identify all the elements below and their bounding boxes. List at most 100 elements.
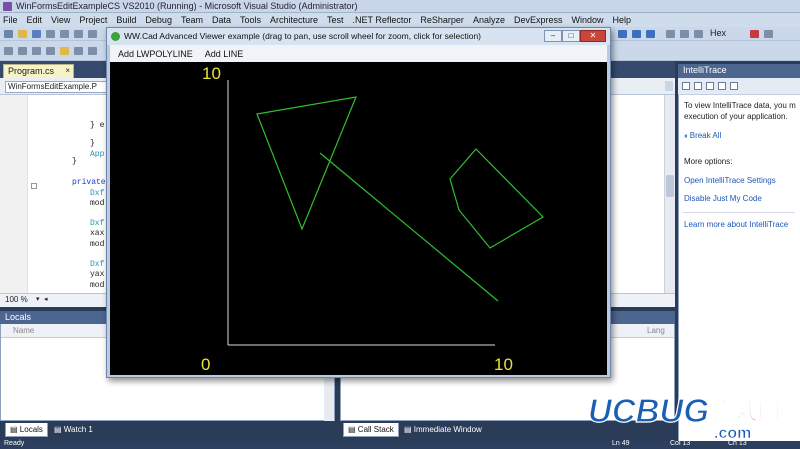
intellitrace-intro-1: To view IntelliTrace data, you m xyxy=(684,101,796,110)
hex-toggle[interactable]: Hex xyxy=(710,28,726,38)
cad-menu-add-lwpolyline[interactable]: Add LWPOLYLINE xyxy=(118,49,193,59)
step-out-icon[interactable] xyxy=(646,30,655,38)
col-name[interactable]: Name xyxy=(13,326,34,335)
app-shield-icon xyxy=(111,32,120,41)
close-button[interactable]: ✕ xyxy=(580,30,606,42)
ucbug-watermark: UCBUG 游戏网 .com xyxy=(586,391,796,442)
menu-tools[interactable]: Tools xyxy=(240,15,261,25)
next-bookmark-icon[interactable] xyxy=(88,47,97,55)
menu-analyze[interactable]: Analyze xyxy=(473,15,505,25)
bookmark-icon[interactable] xyxy=(60,47,69,55)
step-into-icon[interactable] xyxy=(618,30,627,38)
menu-window[interactable]: Window xyxy=(571,15,603,25)
threads-icon[interactable] xyxy=(680,30,689,38)
open-settings-link[interactable]: Open IntelliTrace Settings xyxy=(684,176,798,185)
status-line: Ln 49 xyxy=(612,440,630,447)
open-log-icon[interactable] xyxy=(718,82,726,90)
code-line: } xyxy=(72,157,77,166)
menu-help[interactable]: Help xyxy=(613,15,632,25)
step-over-icon[interactable] xyxy=(632,30,641,38)
label-y-max: 10 xyxy=(202,64,221,83)
open-icon[interactable] xyxy=(18,30,27,38)
menu-resharper[interactable]: ReSharper xyxy=(420,15,464,25)
disable-jmc-link[interactable]: Disable Just My Code xyxy=(684,194,798,203)
search-icon[interactable] xyxy=(730,82,738,90)
uncomment-icon[interactable] xyxy=(46,47,55,55)
scroll-left-icon[interactable]: ◂ xyxy=(44,295,48,303)
code-line: mod xyxy=(90,199,105,208)
learn-more-link[interactable]: Learn more about IntelliTrace xyxy=(684,220,798,229)
tab-watch[interactable]: ▤ Watch 1 xyxy=(50,423,97,437)
minimize-button[interactable]: – xyxy=(544,30,562,42)
tab-locals[interactable]: ▤ Locals xyxy=(5,423,48,437)
vs-status-bar: Ready Ln 49 Col 13 Ch 13 xyxy=(0,440,800,449)
status-char: Ch 13 xyxy=(728,440,747,447)
menu-devexpress[interactable]: DevExpress xyxy=(514,15,563,25)
type-combo[interactable]: WinFormsEditExample.P xyxy=(5,81,110,93)
cad-drawing-svg[interactable]: 10 0 10 xyxy=(110,62,607,375)
cad-title-bar[interactable]: WW.Cad Advanced Viewer example (drag to … xyxy=(107,28,610,45)
comment-icon[interactable] xyxy=(32,47,41,55)
settings-icon[interactable] xyxy=(706,82,714,90)
col-lang[interactable]: Lang xyxy=(647,326,665,335)
pause-icon: ⏸ xyxy=(684,133,688,140)
events-view-icon[interactable] xyxy=(682,82,690,90)
lwpolyline-pentagon[interactable] xyxy=(449,148,544,249)
scroll-thumb[interactable] xyxy=(666,175,674,197)
maximize-button[interactable]: □ xyxy=(562,30,580,42)
menu-team[interactable]: Team xyxy=(181,15,203,25)
line-entity[interactable] xyxy=(319,152,499,302)
break-all-link[interactable]: ⏸ Break All xyxy=(684,131,798,141)
chevron-down-icon[interactable]: ▾ xyxy=(36,295,40,303)
menu-file[interactable]: File xyxy=(3,15,18,25)
tab-callstack[interactable]: ▤ Call Stack xyxy=(343,423,399,437)
collapse-icon[interactable] xyxy=(31,183,37,189)
split-handle[interactable] xyxy=(665,81,673,91)
code-line: mod xyxy=(90,240,105,249)
menu-project[interactable]: Project xyxy=(79,15,107,25)
menu-build[interactable]: Build xyxy=(116,15,136,25)
save-icon[interactable] xyxy=(32,30,41,38)
zoom-level[interactable]: 100 % xyxy=(5,295,28,304)
menu-data[interactable]: Data xyxy=(212,15,231,25)
intellitrace-toolbar xyxy=(678,78,800,95)
indent-icon[interactable] xyxy=(4,47,13,55)
lwpolyline-triangle[interactable] xyxy=(256,96,357,231)
code-line: yax xyxy=(90,270,105,279)
breakpoints-icon[interactable] xyxy=(666,30,675,38)
menu-edit[interactable]: Edit xyxy=(27,15,43,25)
prev-bookmark-icon[interactable] xyxy=(74,47,83,55)
tab-label: Program.cs xyxy=(8,66,55,76)
editor-scrollbar[interactable] xyxy=(664,95,675,293)
undo-icon[interactable] xyxy=(88,30,97,38)
cut-icon[interactable] xyxy=(46,30,55,38)
cad-menu-bar: Add LWPOLYLINE Add LINE xyxy=(110,45,607,62)
close-icon[interactable]: × xyxy=(65,66,70,75)
watch-icon: ▤ xyxy=(54,425,62,434)
code-line: private xyxy=(72,178,106,187)
callstack-icon: ▤ xyxy=(348,425,356,434)
tab-program-cs[interactable]: Program.cs × xyxy=(3,64,74,78)
tab-immediate[interactable]: ▤ Immediate Window xyxy=(400,423,486,437)
menu-net-reflector[interactable]: .NET Reflector xyxy=(353,15,412,25)
menu-architecture[interactable]: Architecture xyxy=(270,15,318,25)
cad-menu-add-line[interactable]: Add LINE xyxy=(205,49,244,59)
calls-view-icon[interactable] xyxy=(694,82,702,90)
cad-drawing-canvas[interactable]: 10 0 10 xyxy=(110,62,607,375)
code-line: Dxf xyxy=(90,219,105,228)
toolbar-options-icon[interactable] xyxy=(764,30,773,38)
tab-watch-label: Watch 1 xyxy=(63,425,93,434)
menu-debug[interactable]: Debug xyxy=(145,15,172,25)
tab-callstack-label: Call Stack xyxy=(357,425,394,434)
immediate-icon: ▤ xyxy=(404,425,412,434)
paste-icon[interactable] xyxy=(74,30,83,38)
outdent-icon[interactable] xyxy=(18,47,27,55)
new-project-icon[interactable] xyxy=(4,30,13,38)
tab-immediate-label: Immediate Window xyxy=(413,425,482,434)
memory-icon[interactable] xyxy=(694,30,703,38)
menu-view[interactable]: View xyxy=(51,15,70,25)
menu-test[interactable]: Test xyxy=(327,15,344,25)
watermark-logo: UCBUG 游戏网 .com xyxy=(587,391,780,442)
stop-debug-icon[interactable] xyxy=(750,30,759,38)
copy-icon[interactable] xyxy=(60,30,69,38)
